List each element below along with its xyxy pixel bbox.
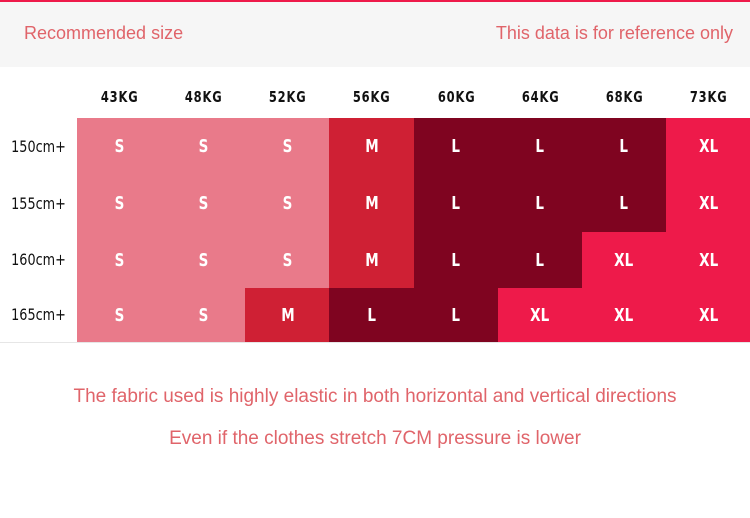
size-label: M — [280, 304, 295, 326]
size-cell: M — [245, 288, 330, 342]
size-label: S — [198, 136, 209, 157]
size-cell: S — [245, 118, 330, 175]
size-cell: XL — [665, 232, 750, 288]
size-cell: M — [329, 232, 414, 288]
height-header: 165cm+ — [11, 305, 66, 324]
size-cell: S — [245, 232, 330, 288]
size-label: XL — [698, 136, 718, 157]
size-label: L — [451, 193, 461, 214]
size-label: L — [619, 136, 629, 157]
height-header: 160cm+ — [11, 250, 66, 269]
size-cell: L — [497, 232, 583, 288]
size-label: XL — [698, 249, 718, 271]
size-label: L — [451, 136, 461, 157]
size-cell: L — [497, 118, 583, 175]
size-cell: XL — [665, 288, 750, 342]
weight-header: 60KG — [437, 88, 476, 106]
size-label: XL — [614, 304, 634, 326]
size-cell: XL — [581, 232, 667, 288]
size-cell: S — [77, 175, 162, 232]
size-cell: L — [413, 232, 499, 288]
size-label: S — [114, 304, 125, 326]
size-label: L — [451, 304, 461, 326]
size-label: L — [367, 304, 376, 326]
size-label: S — [282, 193, 293, 214]
size-label: XL — [614, 249, 634, 271]
size-cell: XL — [581, 288, 667, 342]
size-label: M — [364, 249, 379, 271]
fabric-note: The fabric used is highly elastic in bot… — [73, 386, 677, 407]
size-label: XL — [698, 304, 718, 326]
size-label: S — [198, 249, 209, 271]
height-header: 150cm+ — [11, 136, 66, 156]
size-cell: M — [329, 175, 414, 232]
divider — [0, 342, 750, 343]
size-label: L — [535, 249, 545, 271]
size-cell: XL — [665, 175, 750, 232]
weight-header: 48KG — [184, 88, 223, 106]
size-label: L — [535, 193, 545, 214]
size-cell: M — [329, 118, 414, 175]
size-cell: L — [581, 118, 667, 175]
size-label: S — [198, 193, 209, 214]
weight-header: 43KG — [100, 88, 139, 106]
stretch-note: Even if the clothes stretch 7CM pressure… — [169, 428, 581, 449]
size-cell: L — [581, 175, 667, 232]
weight-header: 73KG — [689, 88, 728, 106]
weight-header: 68KG — [605, 88, 644, 106]
weight-header: 56KG — [353, 88, 391, 106]
size-cell: S — [245, 175, 330, 232]
size-cell: L — [413, 118, 499, 175]
recommended-size-title: Recommended size — [24, 23, 184, 43]
size-cell: S — [161, 118, 246, 175]
size-cell: S — [161, 288, 246, 342]
size-label: S — [114, 249, 125, 271]
size-cell: L — [413, 288, 499, 342]
size-label: L — [535, 136, 545, 157]
size-cell: S — [77, 118, 162, 175]
reference-note: This data is for reference only — [495, 23, 733, 43]
size-label: XL — [530, 304, 550, 326]
size-label: M — [364, 193, 379, 214]
size-label: S — [114, 136, 125, 157]
size-cell: S — [77, 232, 162, 288]
size-cell: S — [77, 288, 162, 342]
weight-header: 52KG — [269, 88, 307, 106]
weight-header: 64KG — [521, 88, 560, 106]
height-header: 155cm+ — [11, 193, 66, 213]
size-cell: XL — [497, 288, 583, 342]
size-cell: L — [497, 175, 583, 232]
size-label: XL — [698, 193, 718, 214]
size-label: M — [364, 136, 379, 157]
size-cell: S — [161, 232, 246, 288]
size-label: L — [451, 249, 461, 271]
size-cell: S — [161, 175, 246, 232]
size-label: L — [619, 193, 629, 214]
size-cell: XL — [665, 118, 750, 175]
size-cell: L — [329, 288, 414, 342]
size-label: S — [282, 136, 293, 157]
size-label: S — [282, 249, 293, 271]
size-cell: L — [413, 175, 499, 232]
size-label: S — [198, 304, 209, 326]
size-label: S — [114, 193, 125, 214]
